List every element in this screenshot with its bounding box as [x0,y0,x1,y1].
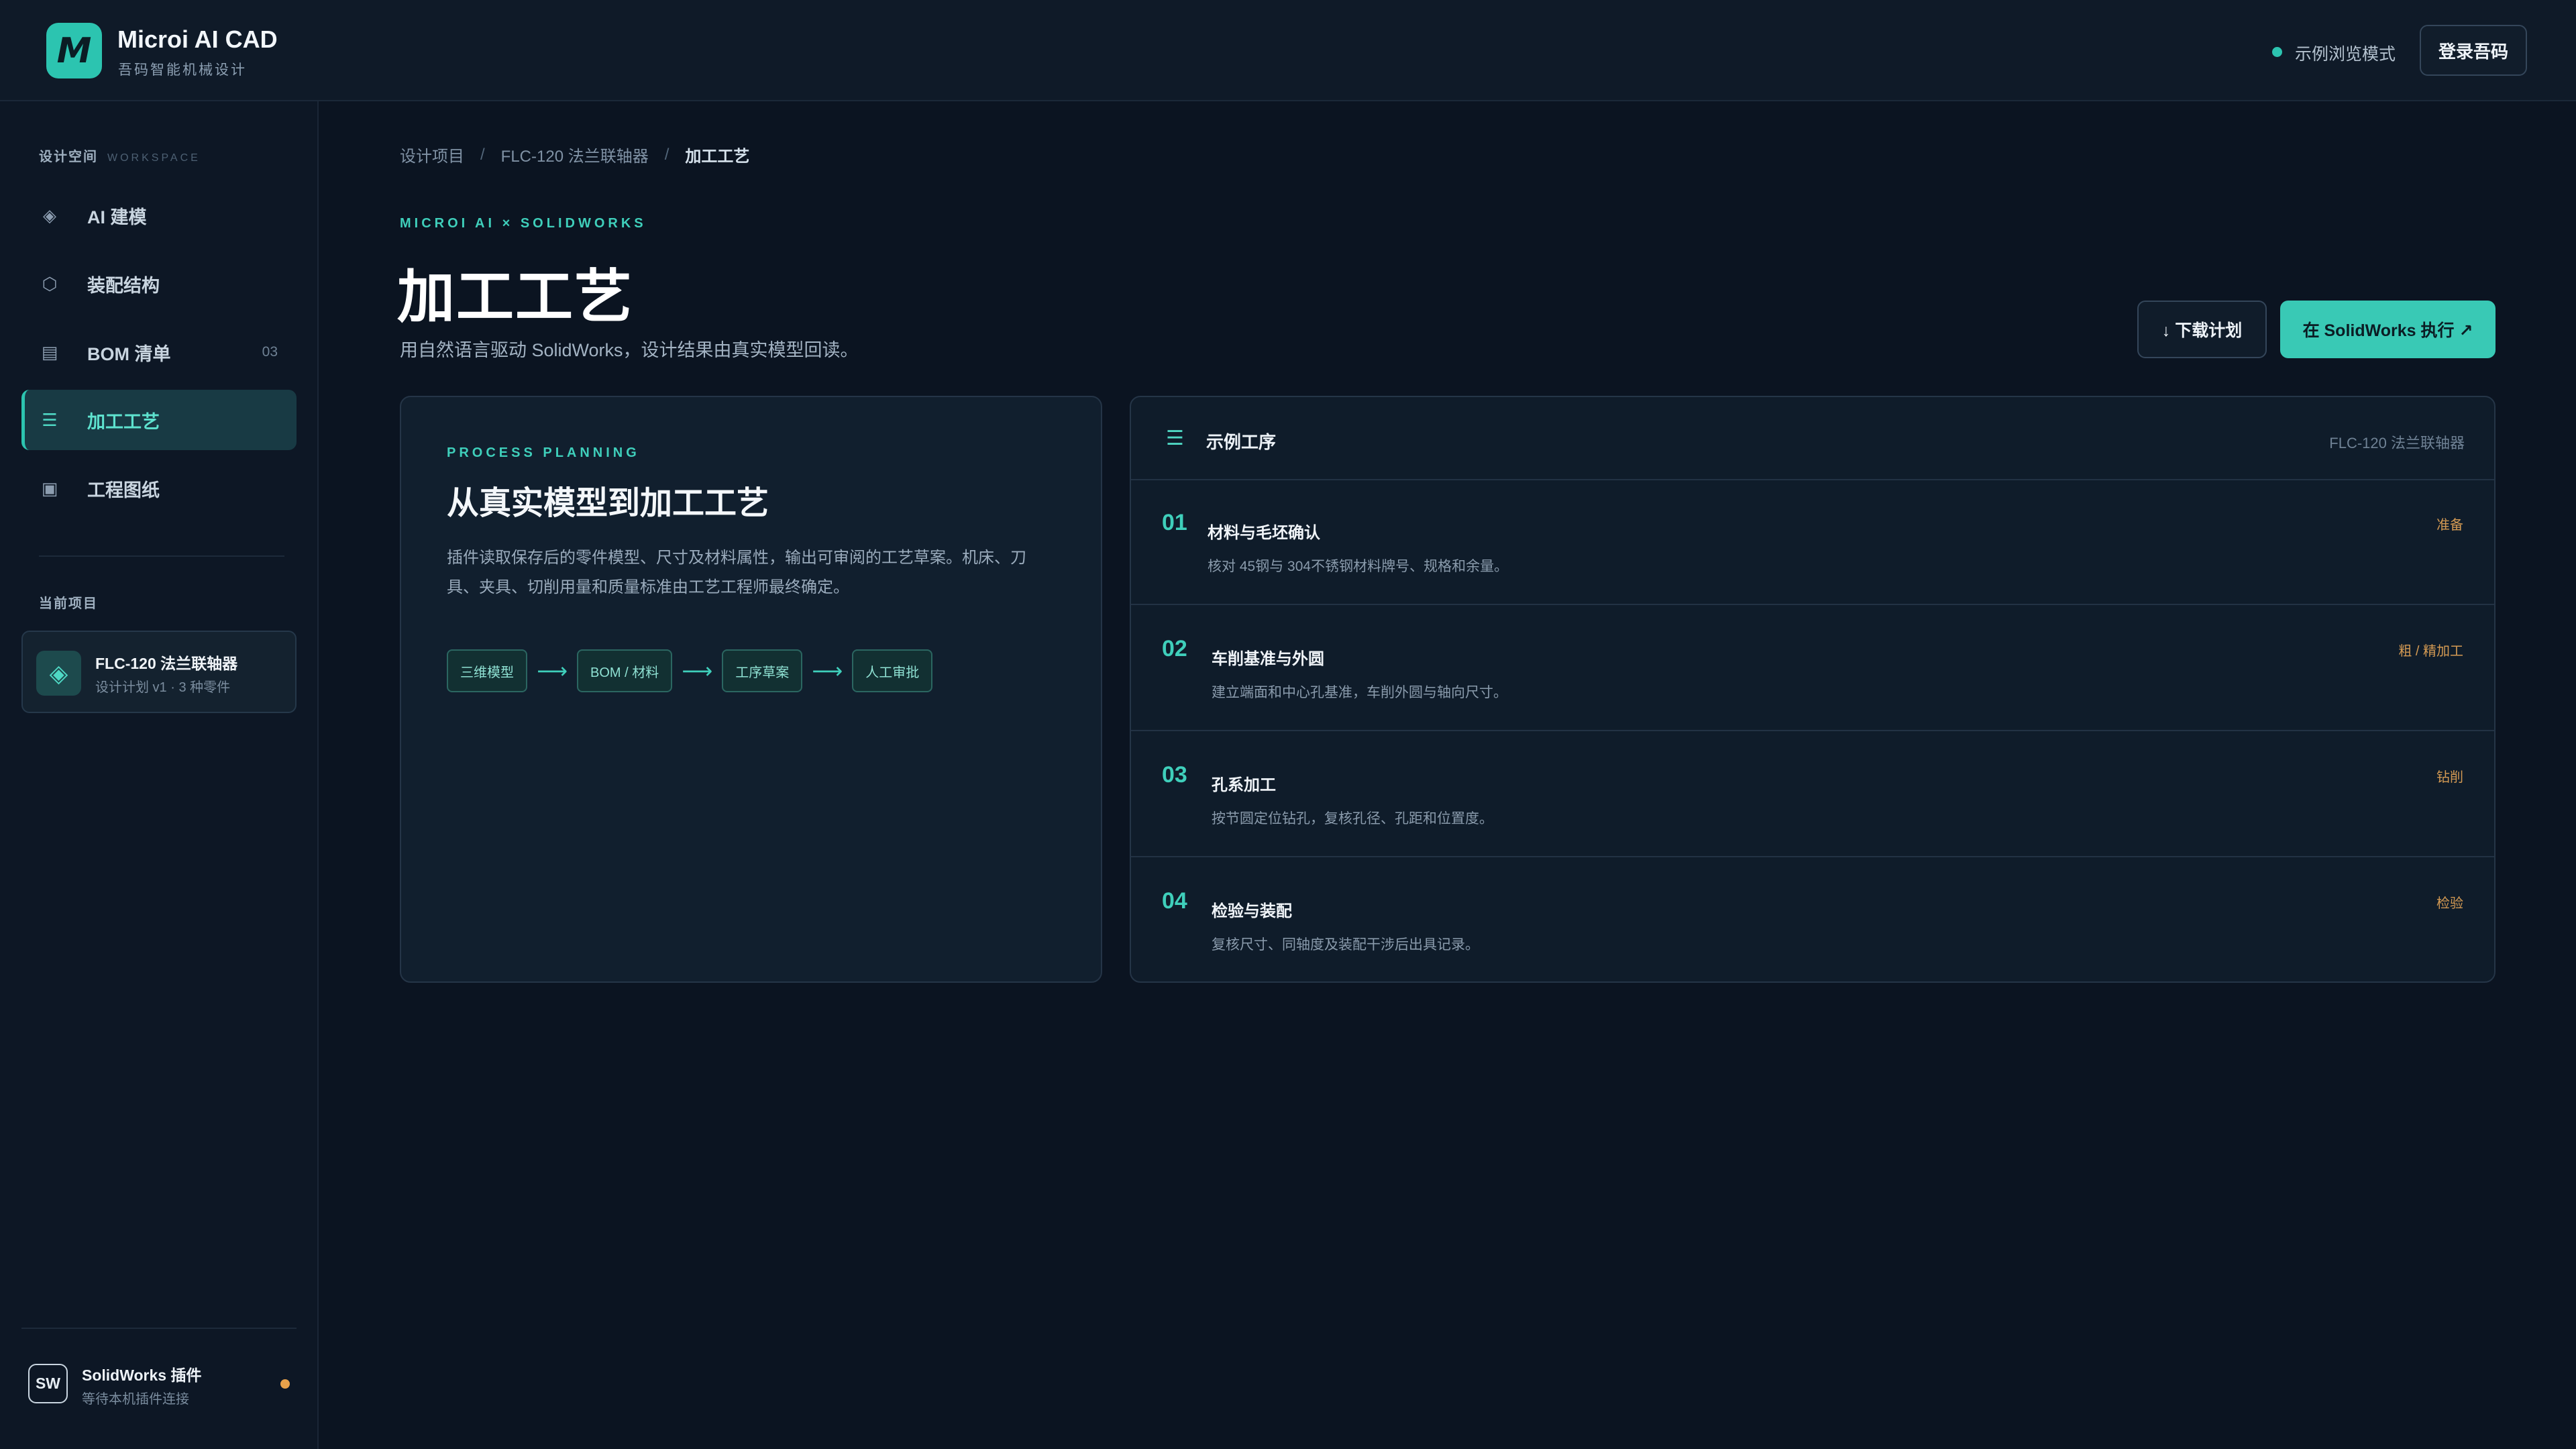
page-title: 加工工艺 [397,265,633,329]
arrow-right-icon: ⟶ [812,659,843,683]
download-plan-button[interactable]: ↓ 下载计划 [2137,301,2267,358]
breadcrumb-item-projects[interactable]: 设计项目 [400,143,464,166]
process-flow: 三维模型 ⟶ BOM / 材料 ⟶ 工序草案 ⟶ 人工审批 [447,649,933,692]
project-meta: 设计计划 v1 · 3 种零件 [95,680,231,695]
drawing-icon: ▣ [41,478,58,498]
sidebar-item-label: 装配结构 [87,275,160,296]
process-planning-panel: PROCESS PLANNING 从真实模型到加工工艺 插件读取保存后的零件模型… [400,396,1102,983]
step-number: 04 [1162,888,1187,914]
breadcrumb: 设计项目 / FLC-120 法兰联轴器 / 加工工艺 [400,143,749,166]
arrow-right-icon: ⟶ [682,659,713,683]
process-step-row[interactable]: 03 孔系加工 按节圆定位钻孔，复核孔径、孔距和位置度。 钻削 [1131,733,2494,857]
flow-step-approval: 人工审批 [852,649,933,692]
mode-status-dot [2272,47,2282,57]
sidebar-footer-divider [21,1328,297,1329]
bom-count-badge: 03 [262,344,278,360]
flow-step-bom: BOM / 材料 [577,649,673,692]
sidebar-item-process[interactable]: ☰ 加工工艺 [21,390,297,450]
panel-title: 从真实模型到加工工艺 [447,486,769,521]
step-description: 建立端面和中心孔基准，车削外圆与轴向尺寸。 [1212,685,1507,700]
step-number: 01 [1162,510,1187,535]
steps-panel-title: 示例工序 [1206,432,1277,452]
solidworks-badge: SW [28,1364,68,1403]
step-title: 检验与装配 [1212,902,1292,920]
process-step-row[interactable]: 04 检验与装配 复核尺寸、同轴度及装配干涉后出具记录。 检验 [1131,859,2494,981]
step-tag: 粗 / 精加工 [2398,644,2463,659]
step-tag: 检验 [2436,896,2463,911]
step-number: 03 [1162,762,1187,788]
plugin-status: 等待本机插件连接 [82,1392,189,1407]
plugin-status-dot [280,1379,290,1389]
process-step-row[interactable]: 01 材料与毛坯确认 核对 45钢与 304不锈钢材料牌号、规格和余量。 准备 [1131,480,2494,605]
diamond-icon: ◈ [36,651,81,696]
app-logo[interactable]: M [46,23,102,78]
step-title: 车削基准与外圆 [1212,650,1324,668]
project-name: FLC-120 法兰联轴器 [95,655,238,672]
logo-letter: M [56,30,92,71]
panel-description: 插件读取保存后的零件模型、尺寸及材料属性，输出可审阅的工艺草案。机床、刀具、夹具… [447,549,1026,596]
breadcrumb-separator: / [480,145,485,164]
top-bar: M Microi AI CAD 吾码智能机械设计 示例浏览模式 登录吾码 [0,0,2576,101]
steps-panel-header: ☰ 示例工序 FLC-120 法兰联轴器 [1131,397,2494,480]
steps-panel-project: FLC-120 法兰联轴器 [2329,435,2465,451]
workspace-section-title: 设计空间 WORKSPACE [39,146,201,165]
list-table-icon: ▤ [41,341,58,362]
process-list-icon: ☰ [42,409,58,430]
step-title: 孔系加工 [1212,776,1276,794]
diamond-icon: ◈ [43,205,56,225]
flow-step-model: 三维模型 [447,649,527,692]
step-description: 按节圆定位钻孔，复核孔径、孔距和位置度。 [1212,811,1493,826]
process-steps-panel: ☰ 示例工序 FLC-120 法兰联轴器 01 材料与毛坯确认 核对 45钢与 … [1130,396,2496,983]
sidebar-item-label: 工程图纸 [87,480,160,500]
step-description: 复核尺寸、同轴度及装配干涉后出具记录。 [1212,937,1479,953]
page-eyebrow: MICROI AI × SOLIDWORKS [400,216,647,231]
workspace-title: 设计空间 [39,150,98,164]
sidebar-item-drawings[interactable]: ▣ 工程图纸 [21,458,297,519]
sidebar-divider [39,555,284,557]
current-project-title: 当前项目 [39,596,98,611]
step-number: 02 [1162,636,1187,661]
mode-label: 示例浏览模式 [2295,45,2396,64]
sidebar-item-label: BOM 清单 [87,343,171,364]
login-button[interactable]: 登录吾码 [2420,25,2527,76]
sidebar-item-label: 加工工艺 [87,411,160,432]
sidebar-item-ai-modeling[interactable]: ◈ AI 建模 [21,185,297,246]
sidebar-item-label: AI 建模 [87,207,147,227]
breadcrumb-item-project[interactable]: FLC-120 法兰联轴器 [501,143,649,166]
breadcrumb-item-current: 加工工艺 [685,148,750,166]
app-title: Microi AI CAD [117,25,278,53]
plugin-title: SolidWorks 插件 [82,1366,202,1384]
step-tag: 准备 [2436,518,2463,533]
flow-step-draft: 工序草案 [722,649,803,692]
breadcrumb-separator: / [664,145,669,164]
current-project-card[interactable]: ◈ FLC-120 法兰联轴器 设计计划 v1 · 3 种零件 [21,631,297,713]
arrow-right-icon: ⟶ [537,659,568,683]
step-description: 核对 45钢与 304不锈钢材料牌号、规格和余量。 [1208,559,1509,574]
process-list-icon: ☰ [1166,427,1184,449]
page-description: 用自然语言驱动 SolidWorks，设计结果由真实模型回读。 [400,340,859,360]
sidebar: 设计空间 WORKSPACE ◈ AI 建模 ⬡ 装配结构 ▤ BOM 清单 03… [0,101,319,1449]
app-subtitle: 吾码智能机械设计 [118,62,247,78]
step-title: 材料与毛坯确认 [1208,524,1320,542]
process-step-row[interactable]: 02 车削基准与外圆 建立端面和中心孔基准，车削外圆与轴向尺寸。 粗 / 精加工 [1131,606,2494,731]
hexagon-icon: ⬡ [42,273,58,294]
execute-in-solidworks-button[interactable]: 在 SolidWorks 执行 ↗ [2280,301,2496,358]
workspace-title-en: WORKSPACE [107,152,201,164]
panel-eyebrow: PROCESS PLANNING [447,445,640,460]
step-tag: 钻削 [2436,770,2463,785]
sidebar-item-bom[interactable]: ▤ BOM 清单 03 [21,322,297,382]
sidebar-item-assembly[interactable]: ⬡ 装配结构 [21,254,297,314]
